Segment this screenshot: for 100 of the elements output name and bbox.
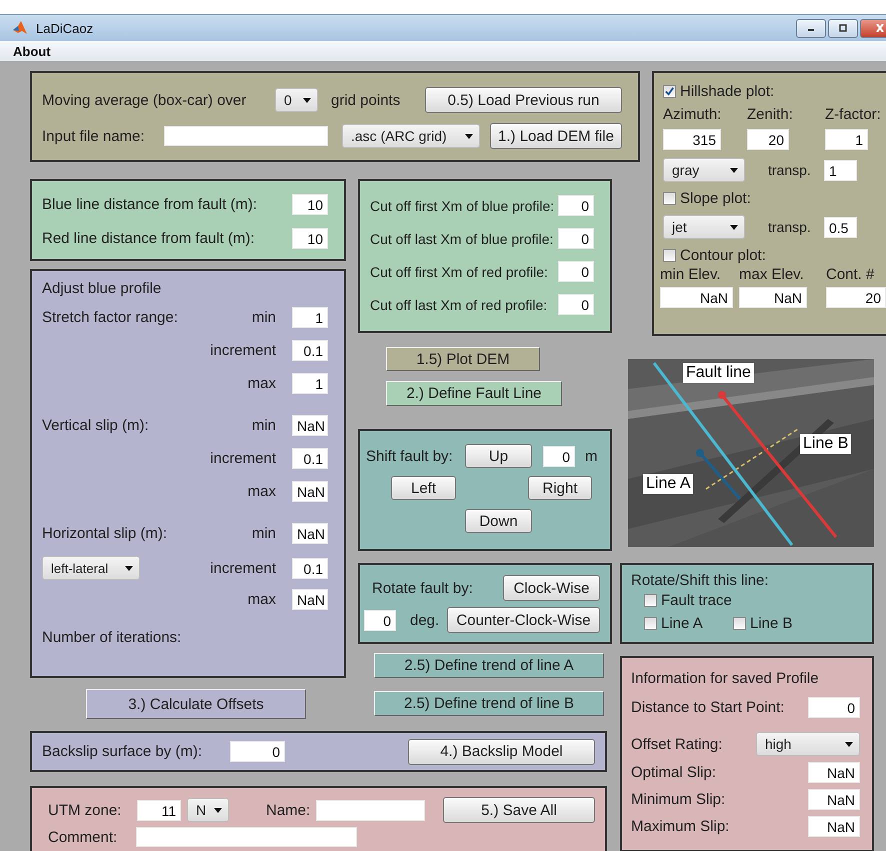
- input-field[interactable]: 0.5: [824, 216, 857, 238]
- dropdown[interactable]: 0: [275, 88, 318, 112]
- label: Horizontal slip (m):: [42, 525, 168, 542]
- load-previous-button[interactable]: 0.5) Load Previous run: [425, 87, 622, 113]
- checkbox[interactable]: [663, 192, 676, 205]
- input-field[interactable]: 0.1: [292, 340, 328, 361]
- input-field[interactable]: NaN: [739, 287, 807, 308]
- input-field[interactable]: 0: [558, 228, 594, 249]
- input-field[interactable]: NaN: [292, 415, 328, 436]
- calculate-button[interactable]: 3.) Calculate Offsets: [86, 689, 306, 719]
- input-field[interactable]: 0: [543, 446, 575, 466]
- input-field[interactable]: [136, 827, 357, 847]
- column-label: Cont. #: [826, 266, 876, 283]
- plot-dem-button[interactable]: 1.5) Plot DEM: [386, 347, 540, 371]
- column-label: max Elev.: [739, 266, 805, 283]
- caret-icon: [125, 566, 133, 570]
- define-trend-button[interactable]: 2.5) Define trend of line A: [374, 653, 604, 678]
- caret-icon: [214, 808, 222, 812]
- checkbox-label: Hillshade plot:: [680, 83, 774, 100]
- dropdown[interactable]: gray: [663, 158, 745, 182]
- label: Input file name:: [42, 128, 146, 144]
- input-field[interactable]: 11: [137, 800, 181, 820]
- maximize-button[interactable]: [828, 18, 858, 38]
- input-field[interactable]: NaN: [808, 762, 860, 783]
- label: Cut off first Xm of blue profile:: [370, 198, 554, 214]
- up-button[interactable]: Up: [465, 444, 532, 468]
- label: max: [248, 591, 276, 608]
- label: Minimum Slip:: [631, 791, 726, 808]
- input-field[interactable]: 20: [826, 287, 886, 308]
- caret-icon: [730, 168, 738, 172]
- input-field[interactable]: 315: [663, 129, 721, 150]
- define-trend-button[interactable]: 2.5) Define trend of line B: [374, 691, 604, 716]
- label: transp.: [768, 162, 812, 178]
- menu-item[interactable]: About: [13, 44, 51, 58]
- label: max: [248, 483, 276, 500]
- label: Optimal Slip:: [631, 764, 716, 781]
- input-field[interactable]: NaN: [808, 789, 860, 810]
- input-field[interactable]: [164, 126, 328, 146]
- input-field[interactable]: [316, 800, 426, 820]
- label: increment: [210, 560, 276, 576]
- panel-title: Adjust blue profile: [42, 280, 162, 297]
- input-field[interactable]: NaN: [292, 481, 328, 502]
- label: Name:: [266, 802, 310, 818]
- label: Moving average (box-car) over: [42, 92, 248, 108]
- dropdown[interactable]: .asc (ARC grid): [342, 124, 480, 148]
- down-button[interactable]: Down: [465, 509, 532, 533]
- define-fault-button[interactable]: 2.) Define Fault Line: [386, 381, 562, 406]
- checkbox[interactable]: [663, 85, 676, 98]
- input-field[interactable]: 0: [364, 610, 396, 630]
- label: min: [252, 525, 276, 542]
- right-button[interactable]: Right: [528, 476, 592, 500]
- label: max: [248, 375, 276, 392]
- checkbox-label: Fault trace: [661, 592, 732, 609]
- input-field[interactable]: 0.1: [292, 448, 328, 469]
- label: transp.: [768, 219, 812, 235]
- checkbox[interactable]: [644, 617, 657, 630]
- checkbox[interactable]: [733, 617, 746, 630]
- input-field[interactable]: 1: [825, 129, 868, 150]
- input-field[interactable]: NaN: [660, 287, 733, 308]
- label: Number of iterations:: [42, 629, 182, 646]
- label: Comment:: [48, 828, 118, 846]
- clockwise-button[interactable]: Clock-Wise: [503, 575, 600, 601]
- input-field[interactable]: 10: [292, 228, 328, 249]
- checkbox[interactable]: [644, 594, 657, 607]
- column-label: min Elev.: [660, 266, 722, 283]
- dropdown[interactable]: left-lateral: [42, 556, 140, 580]
- column-label: Zenith:: [747, 106, 794, 123]
- label: Red line distance from fault (m):: [42, 230, 255, 247]
- input-field[interactable]: NaN: [292, 589, 328, 610]
- input-field[interactable]: 20: [747, 129, 789, 150]
- input-field[interactable]: 10: [292, 194, 328, 215]
- caret-icon: [730, 224, 738, 230]
- input-field[interactable]: 0: [230, 741, 285, 762]
- label: min: [252, 417, 276, 434]
- input-field[interactable]: NaN: [808, 816, 860, 837]
- backslip-button[interactable]: 4.) Backslip Model: [408, 738, 595, 764]
- input-field[interactable]: 0: [558, 195, 594, 216]
- input-field[interactable]: 1: [824, 160, 857, 180]
- label: Offset Rating:: [631, 736, 722, 752]
- label: Cut off last Xm of red profile:: [370, 296, 548, 312]
- checkbox[interactable]: [663, 249, 676, 262]
- input-field[interactable]: 0: [808, 697, 860, 718]
- load-dem-button[interactable]: 1.) Load DEM file: [490, 123, 622, 149]
- input-field[interactable]: NaN: [292, 523, 328, 544]
- input-field[interactable]: 0: [558, 294, 594, 315]
- left-button[interactable]: Left: [391, 476, 456, 500]
- input-field[interactable]: 0: [558, 261, 594, 282]
- dropdown[interactable]: jet: [663, 215, 745, 239]
- input-field[interactable]: 1: [292, 373, 328, 394]
- label: Shift fault by:: [366, 448, 454, 464]
- dropdown[interactable]: N: [187, 798, 229, 822]
- save-all-button[interactable]: 5.) Save All: [443, 797, 595, 823]
- window-title: LaDiCaoz: [36, 20, 94, 36]
- input-field[interactable]: 1: [292, 307, 328, 328]
- minimize-button[interactable]: [796, 18, 826, 38]
- counter-clockwise-button[interactable]: Counter-Clock-Wise: [447, 607, 600, 633]
- label: Cut off first Xm of red profile:: [370, 264, 548, 280]
- checkbox-label: Line B: [750, 615, 793, 632]
- input-field[interactable]: 0.1: [292, 558, 328, 578]
- dropdown[interactable]: high: [756, 732, 860, 756]
